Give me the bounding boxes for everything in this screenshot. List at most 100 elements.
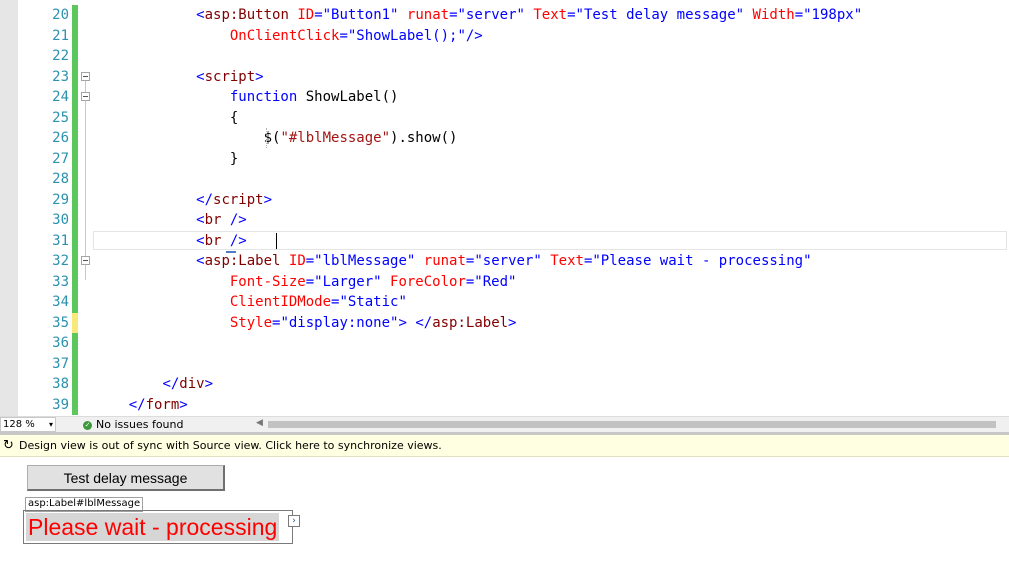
horizontal-scrollbar-thumb[interactable]	[268, 421, 996, 428]
code-token: $(	[95, 130, 281, 146]
code-token: ShowLabel()	[297, 89, 399, 105]
test-delay-button[interactable]: Test delay message	[27, 465, 225, 491]
code-text[interactable]: }	[95, 149, 238, 170]
code-line[interactable]: 20 <asp:Button ID="Button1" runat="serve…	[0, 5, 1009, 26]
code-text[interactable]: <script>	[95, 67, 263, 88]
code-token: script	[204, 68, 256, 85]
change-marker	[72, 251, 78, 272]
code-token: >	[398, 314, 407, 331]
code-line[interactable]: 32 <asp:Label ID="lblMessage" runat="ser…	[0, 251, 1009, 272]
code-token: form	[145, 396, 180, 413]
code-token: asp:Label	[432, 314, 509, 331]
code-text[interactable]: <asp:Button ID="Button1" runat="server" …	[95, 5, 862, 26]
code-line[interactable]: 28	[0, 169, 1009, 190]
line-number: 26	[52, 130, 69, 146]
code-text[interactable]: </form>	[95, 395, 188, 416]
design-view[interactable]: Test delay message asp:Label#lblMessage …	[0, 457, 1009, 572]
code-token: Width	[752, 7, 795, 23]
code-line[interactable]: 22	[0, 46, 1009, 67]
code-text[interactable]: OnClientClick="ShowLabel();"/>	[95, 26, 483, 47]
sync-notification-bar[interactable]: ↻ Design view is out of sync with Source…	[0, 435, 1009, 457]
code-line[interactable]: 26 $("#lblMessage").show()	[0, 128, 1009, 149]
issues-indicator[interactable]: ✓ No issues found	[83, 418, 183, 432]
code-token: ID	[297, 7, 315, 23]
line-number: 22	[52, 48, 69, 64]
line-number: 37	[52, 355, 69, 372]
code-token: </	[196, 191, 214, 208]
chevron-down-icon[interactable]: ▾	[49, 418, 53, 431]
change-marker	[72, 210, 78, 231]
code-token: >	[508, 314, 517, 331]
change-marker	[72, 5, 78, 26]
indent-guide	[266, 128, 267, 148]
code-token: ="server"	[449, 7, 525, 23]
code-line[interactable]: 35 Style="display:none"> </asp:Label>	[0, 312, 1009, 334]
change-marker	[72, 374, 78, 395]
code-line[interactable]: 24 function ShowLabel()	[0, 87, 1009, 108]
code-line[interactable]: 29 </script>	[0, 189, 1009, 211]
selected-label-control[interactable]: Please wait - processing	[23, 510, 293, 544]
code-text[interactable]: </script>	[95, 190, 272, 211]
code-line[interactable]: 34 ClientIDMode="Static"	[0, 292, 1009, 313]
source-editor[interactable]: 20 <asp:Button ID="Button1" runat="serve…	[0, 0, 1009, 416]
editor-status-bar: 128 % ▾ ✓ No issues found ◀	[0, 416, 1009, 433]
code-token: ="Test delay message"	[567, 7, 745, 23]
sync-message[interactable]: Design view is out of sync with Source v…	[19, 435, 442, 456]
line-number: 25	[52, 109, 69, 126]
code-line[interactable]: 39 </form>	[0, 394, 1009, 416]
code-line[interactable]: 23 <script>	[0, 66, 1009, 88]
change-marker	[72, 312, 78, 333]
current-line-highlight	[93, 231, 1007, 250]
line-number: 36	[52, 335, 69, 351]
code-text[interactable]: ClientIDMode="Static"	[95, 292, 407, 313]
line-number: 27	[52, 150, 69, 167]
collapse-icon[interactable]	[81, 256, 90, 265]
code-token: script	[213, 191, 264, 208]
code-token: runat	[406, 7, 450, 23]
code-line[interactable]: 33 Font-Size="Larger" ForeColor="Red"	[0, 271, 1009, 293]
code-line[interactable]: 27 }	[0, 148, 1009, 170]
code-token: OnClientClick	[229, 27, 340, 44]
line-number: 24	[52, 89, 69, 105]
change-marker	[72, 333, 78, 354]
code-text[interactable]: <asp:Label ID="lblMessage" runat="server…	[95, 251, 811, 272]
zoom-dropdown[interactable]: 128 % ▾	[0, 417, 56, 432]
code-text[interactable]: $("#lblMessage").show()	[95, 128, 458, 149]
change-marker	[72, 292, 78, 313]
code-line[interactable]: 37	[0, 353, 1009, 374]
code-token: >	[179, 396, 188, 413]
code-line[interactable]: 25 {	[0, 107, 1009, 129]
scroll-left-icon[interactable]: ◀	[256, 418, 263, 428]
text-caret	[276, 233, 277, 249]
code-token: >	[263, 191, 273, 208]
code-text[interactable]: <br />	[95, 210, 247, 231]
code-token: ="server"	[465, 253, 542, 269]
smart-tag-chevron-icon[interactable]: ›	[288, 515, 300, 527]
code-token: ="ShowLabel();"	[339, 27, 466, 44]
code-line[interactable]: 21 OnClientClick="ShowLabel();"/>	[0, 25, 1009, 47]
code-token: ="Button1"	[314, 7, 399, 23]
change-marker	[72, 46, 78, 67]
code-line[interactable]: 38 </div>	[0, 374, 1009, 395]
code-token: <	[196, 7, 205, 23]
code-line[interactable]: 36	[0, 333, 1009, 354]
code-token: Text	[533, 7, 568, 23]
code-text[interactable]: Style="display:none"> </asp:Label>	[95, 313, 517, 334]
collapse-icon[interactable]	[81, 92, 90, 101]
code-line[interactable]: 30 <br />	[0, 210, 1009, 231]
line-number: 34	[52, 294, 69, 310]
change-marker	[72, 189, 78, 210]
code-text[interactable]: {	[95, 108, 238, 129]
code-text[interactable]: </div>	[95, 374, 213, 395]
smart-tag-underline[interactable]	[226, 251, 236, 253]
collapse-icon[interactable]	[81, 71, 90, 81]
code-token: <	[196, 253, 205, 269]
code-text[interactable]: Font-Size="Larger" ForeColor="Red"	[95, 272, 517, 293]
code-text[interactable]: function ShowLabel()	[95, 87, 399, 108]
